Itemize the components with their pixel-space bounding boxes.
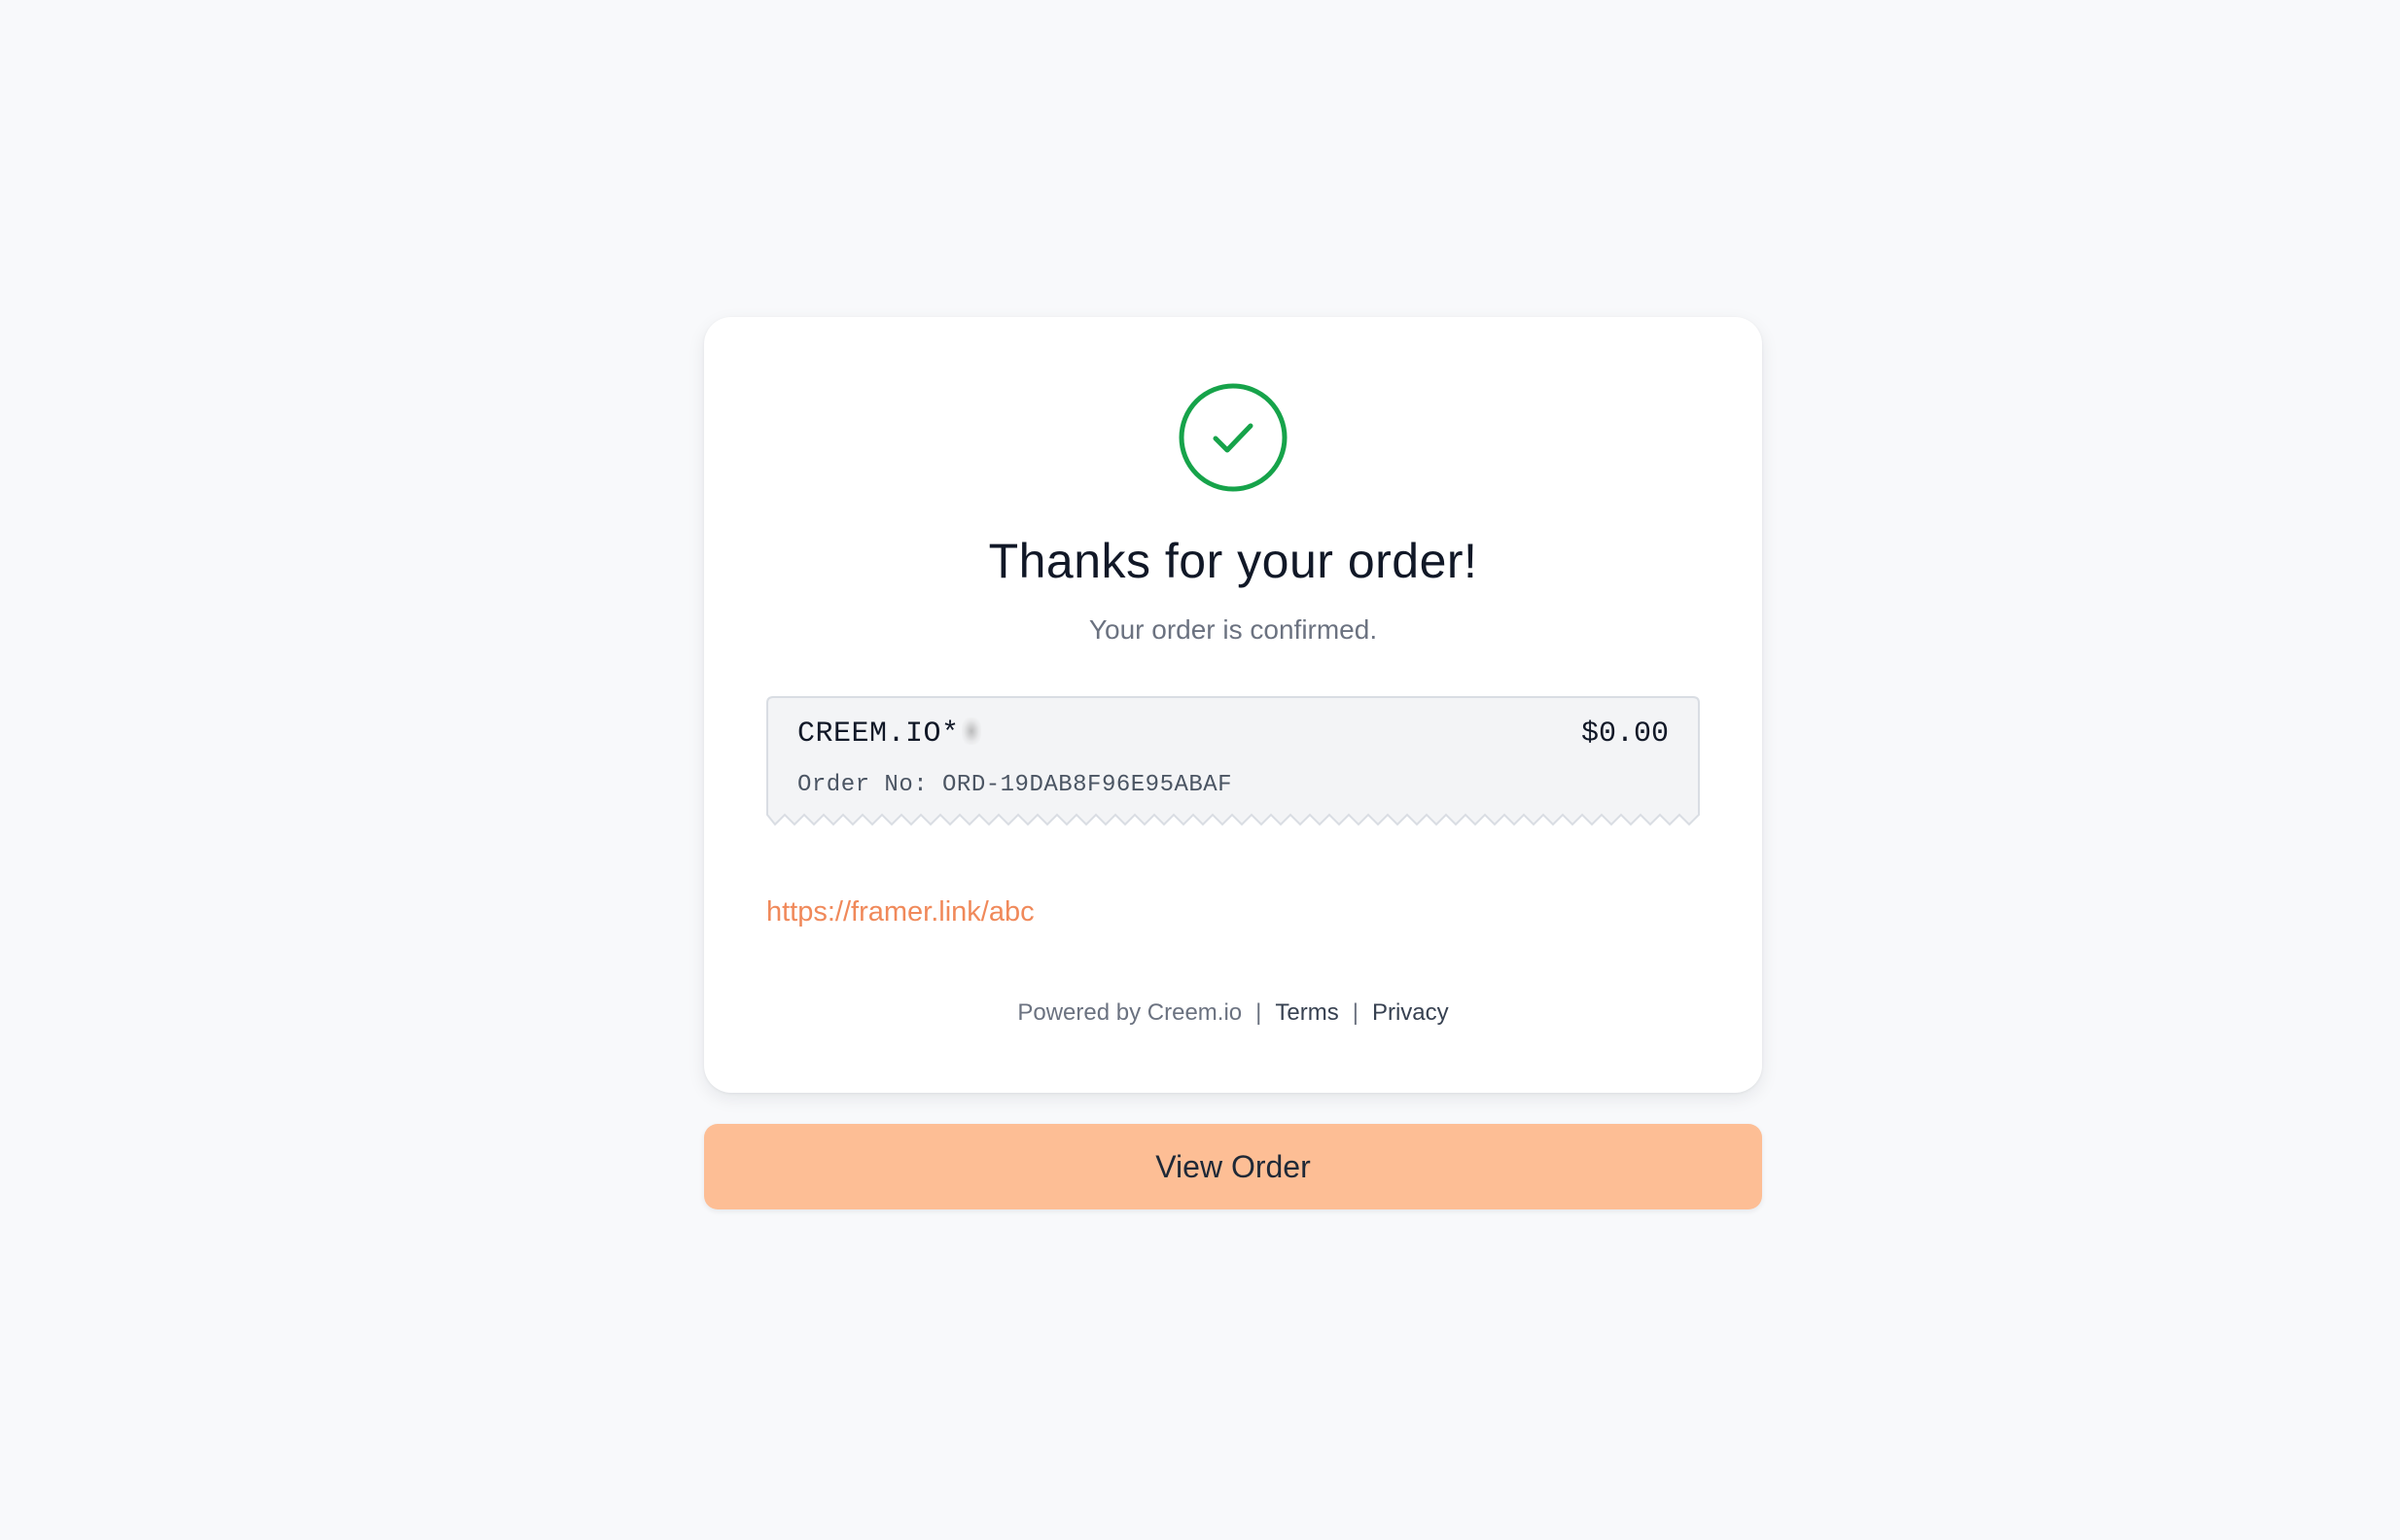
- powered-by-text: Powered by Creem.io: [1017, 999, 1243, 1026]
- view-order-button[interactable]: View Order: [704, 1124, 1762, 1209]
- footer: Powered by Creem.io | Terms | Privacy: [704, 999, 1762, 1027]
- confirmation-subtitle: Your order is confirmed.: [1088, 614, 1378, 645]
- receipt-paper: [766, 696, 1700, 826]
- order-number-value: ORD-19DAB8F96E95ABAF: [942, 772, 1233, 798]
- redacted-blur: [961, 718, 981, 745]
- confirmation-card: Thanks for your order! Your order is con…: [704, 317, 1762, 1093]
- order-amount: $0.00: [1580, 718, 1669, 751]
- order-confirmation-page: Thanks for your order! Your order is con…: [0, 0, 2400, 1540]
- receipt: CREEM.IO* $0.00 Order No: ORD-19DAB8F96E…: [766, 696, 1700, 826]
- terms-link[interactable]: Terms: [1275, 999, 1338, 1026]
- merchant-name-text: CREEM.IO*: [797, 718, 960, 751]
- privacy-link[interactable]: Privacy: [1372, 999, 1449, 1026]
- confirmation-title: Thanks for your order!: [988, 534, 1478, 588]
- order-number: Order No: ORD-19DAB8F96E95ABAF: [797, 772, 1232, 798]
- order-number-label: Order No:: [797, 772, 929, 798]
- merchant-name: CREEM.IO*: [797, 718, 981, 751]
- footer-separator: |: [1255, 999, 1262, 1026]
- footer-separator: |: [1352, 999, 1359, 1026]
- check-circle-icon: [1179, 383, 1288, 492]
- product-link[interactable]: https://framer.link/abc: [766, 896, 1035, 928]
